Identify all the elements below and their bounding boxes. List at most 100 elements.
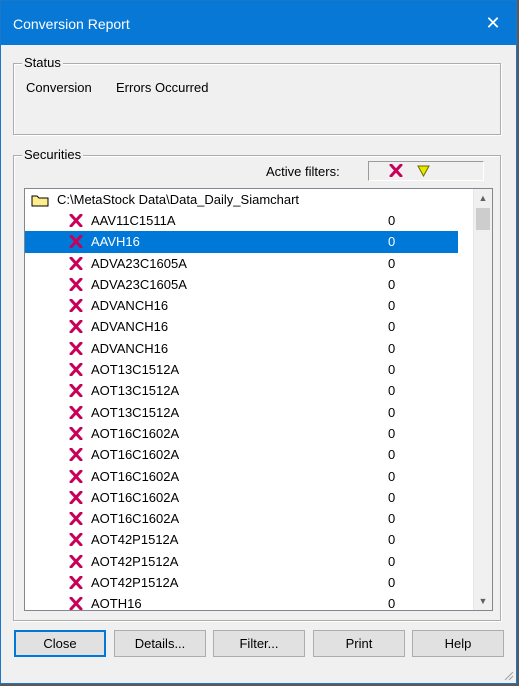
security-count: 0: [388, 447, 396, 463]
security-count: 0: [388, 255, 396, 271]
security-count: 0: [388, 234, 396, 250]
error-x-icon: [69, 448, 83, 462]
error-x-icon: [69, 405, 83, 419]
securities-list[interactable]: C:\MetaStock Data\Data_Daily_Siamchart A…: [24, 188, 493, 611]
security-row[interactable]: AOT42P1512A 0: [25, 529, 458, 550]
status-label: Conversion: [26, 80, 92, 95]
active-filters-label: Active filters:: [266, 164, 340, 179]
security-row[interactable]: AAVH16 0: [25, 231, 458, 253]
conversion-report-dialog: Conversion Report ✕ Status Conversion Er…: [0, 0, 517, 684]
error-x-icon: [69, 299, 83, 313]
security-count: 0: [388, 425, 396, 441]
error-x-icon: [69, 512, 83, 526]
security-count: 0: [388, 532, 396, 548]
security-row[interactable]: AOT16C1602A 0: [25, 444, 458, 465]
security-row[interactable]: AOTH16 0: [25, 593, 458, 611]
security-row[interactable]: AOT13C1512A 0: [25, 380, 458, 401]
error-x-icon: [69, 320, 83, 334]
security-row[interactable]: ADVANCH16 0: [25, 316, 458, 337]
folder-row[interactable]: C:\MetaStock Data\Data_Daily_Siamchart: [25, 189, 458, 210]
securities-legend: Securities: [22, 147, 84, 162]
securities-group: Securities Active filters: C:\MetaStock …: [13, 147, 501, 621]
error-x-icon: [69, 597, 83, 610]
security-count: 0: [388, 298, 396, 314]
title-bar[interactable]: Conversion Report ✕: [1, 1, 516, 45]
window-title: Conversion Report: [13, 16, 130, 32]
error-x-icon: [69, 554, 83, 568]
security-row[interactable]: ADVANCH16 0: [25, 295, 458, 316]
error-x-icon: [69, 576, 83, 590]
error-x-icon: [69, 341, 83, 355]
error-x-icon: [69, 384, 83, 398]
folder-path: C:\MetaStock Data\Data_Daily_Siamchart: [57, 192, 300, 207]
security-count: 0: [388, 340, 396, 356]
security-name: AAV11C1511A: [91, 213, 176, 228]
security-name: AOT13C1512A: [91, 404, 180, 420]
security-count: 0: [388, 383, 396, 399]
security-count: 0: [388, 276, 396, 292]
scroll-thumb[interactable]: [476, 208, 490, 230]
security-row[interactable]: AOT16C1602A 0: [25, 508, 458, 529]
security-name: AOT16C1602A: [91, 425, 180, 441]
print-button[interactable]: Print: [313, 630, 405, 657]
security-name: AOT42P1512A: [91, 532, 179, 548]
security-row[interactable]: ADVA23C1605A 0: [25, 274, 458, 295]
security-count: 0: [388, 489, 396, 505]
security-name: AAVH16: [91, 234, 140, 250]
error-x-icon: [69, 363, 83, 377]
security-count: 0: [388, 553, 396, 569]
security-row[interactable]: AOT16C1602A 0: [25, 487, 458, 508]
error-x-icon: [69, 214, 83, 227]
security-row[interactable]: ADVANCH16 0: [25, 338, 458, 359]
status-group: Status Conversion Errors Occurred: [13, 55, 501, 135]
security-name: ADVA23C1605A: [91, 276, 187, 292]
security-name: AOT13C1512A: [91, 383, 180, 399]
security-count: 0: [388, 362, 396, 378]
security-row[interactable]: AOT13C1512A 0: [25, 402, 458, 423]
security-count: 0: [388, 319, 396, 335]
error-x-icon: [69, 469, 83, 483]
error-x-icon: [69, 235, 83, 249]
error-x-icon: [69, 426, 83, 440]
scroll-up-icon[interactable]: ▲: [474, 189, 492, 207]
security-name: ADVANCH16: [91, 319, 169, 335]
security-name: AOT13C1512A: [91, 362, 180, 378]
security-row[interactable]: AOT42P1512A 0: [25, 551, 458, 572]
security-count: 0: [388, 468, 396, 484]
security-name: AOT16C1602A: [91, 468, 180, 484]
security-name: AOT16C1602A: [91, 489, 180, 505]
security-name: AOT42P1512A: [91, 575, 179, 591]
resize-grip-icon[interactable]: [502, 669, 514, 681]
security-row[interactable]: AAV11C1511A 0: [25, 210, 458, 231]
error-x-icon: [69, 277, 83, 291]
security-name: ADVANCH16: [91, 340, 169, 356]
security-row[interactable]: AOT16C1602A 0: [25, 466, 458, 487]
security-row[interactable]: AOT13C1512A 0: [25, 359, 458, 380]
scroll-down-icon[interactable]: ▼: [474, 592, 492, 610]
security-row[interactable]: AOT42P1512A 0: [25, 572, 458, 593]
security-count: 0: [388, 575, 396, 591]
details-button[interactable]: Details...: [114, 630, 206, 657]
help-button[interactable]: Help: [412, 630, 504, 657]
close-button[interactable]: Close: [14, 630, 106, 657]
security-name: ADVA23C1605A: [91, 255, 187, 271]
active-filters-box: [368, 161, 484, 181]
security-count: 0: [388, 213, 396, 228]
security-name: AOT42P1512A: [91, 553, 179, 569]
security-count: 0: [388, 596, 396, 611]
filter-button[interactable]: Filter...: [213, 630, 305, 657]
error-filter-icon: [389, 164, 403, 177]
status-value: Errors Occurred: [116, 80, 209, 95]
warning-filter-icon: [417, 165, 430, 177]
error-x-icon: [69, 490, 83, 504]
security-row[interactable]: AOT16C1602A 0: [25, 423, 458, 444]
security-row[interactable]: ADVA23C1605A 0: [25, 253, 458, 274]
error-x-icon: [69, 256, 83, 270]
status-legend: Status: [22, 55, 63, 70]
vertical-scrollbar[interactable]: ▲ ▼: [473, 189, 492, 610]
folder-icon: [31, 195, 49, 207]
security-rows: AAV11C1511A 0 AAVH16 0 ADVA23C1605A 0 ADVA23C1…: [25, 210, 458, 611]
security-name: AOTH16: [91, 596, 142, 611]
security-count: 0: [388, 404, 396, 420]
close-icon[interactable]: ✕: [470, 1, 516, 45]
